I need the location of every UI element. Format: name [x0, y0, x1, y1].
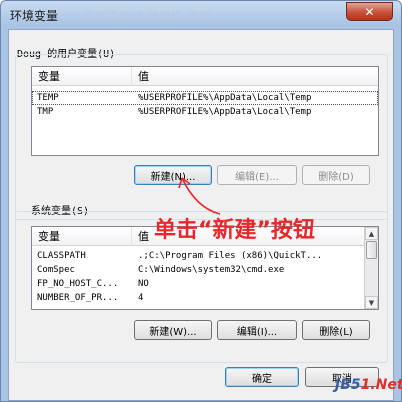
scroll-up-icon[interactable]: ▲ — [365, 227, 378, 240]
variable-value-cell: C:\Windows\system32\cmd.exe — [138, 265, 285, 275]
variable-value-cell: .;C:\Program Files (x86)\QuickT... — [138, 251, 323, 261]
watermark-part-1: JB5 — [335, 377, 361, 393]
variable-name-cell: CLASSPATH — [37, 251, 86, 261]
table-row[interactable]: TMP %USERPROFILE%\AppData\Local\Temp — [32, 105, 378, 119]
table-row[interactable]: CLASSPATH .;C:\Program Files (x86)\Quick… — [32, 249, 378, 263]
table-row[interactable]: ComSpec C:\Windows\system32\cmd.exe — [32, 263, 378, 277]
watermark-part-2: 1.Net — [360, 377, 402, 393]
annotation-arrow-icon — [178, 177, 221, 215]
scroll-thumb[interactable] — [366, 241, 377, 259]
table-row[interactable]: TEMP %USERPROFILE%\AppData\Local\Temp — [32, 91, 378, 105]
variable-value-cell: 4 — [138, 293, 144, 303]
background-window-title: 环境变量 系统属性 高级 — [83, 10, 212, 23]
table-row[interactable]: NUMBER_OF_PR... 4 — [32, 291, 378, 305]
title-bar: 环境变量 环境变量 系统属性 高级 ✕ — [1, 1, 401, 27]
column-header-value[interactable]: 值 — [132, 67, 378, 86]
variable-name-cell: TMP — [37, 107, 54, 117]
watermark: JB51.Net — [335, 377, 402, 393]
variable-value-cell: %USERPROFILE%\AppData\Local\Temp — [138, 93, 312, 103]
variable-name-cell: FP_NO_HOST_C... — [37, 279, 119, 289]
column-header-variable[interactable]: 变量 — [32, 67, 132, 86]
variable-name-cell: ComSpec — [37, 265, 75, 275]
user-edit-button[interactable]: 编辑(E)... — [217, 165, 297, 185]
close-button[interactable]: ✕ — [346, 2, 393, 21]
user-variables-list[interactable]: 变量 值 TEMP %USERPROFILE%\AppData\Local\Te… — [31, 66, 379, 156]
scroll-down-icon[interactable]: ▼ — [365, 296, 378, 309]
column-header-variable[interactable]: 变量 — [32, 227, 132, 246]
variable-name-cell: NUMBER_OF_PR... — [37, 293, 119, 303]
system-delete-button[interactable]: 删除(L) — [302, 320, 370, 340]
ok-button[interactable]: 确定 — [225, 367, 299, 387]
annotation-text: 单击“新建”按钮 — [154, 218, 315, 243]
window-title: 环境变量 — [10, 9, 59, 23]
table-row[interactable]: FP_NO_HOST_C... NO — [32, 277, 378, 291]
close-icon: ✕ — [364, 4, 375, 19]
user-variables-list-header: 变量 值 — [32, 67, 378, 86]
system-variables-scrollbar[interactable]: ▲ ▼ — [364, 227, 378, 309]
system-edit-button[interactable]: 编辑(I)... — [217, 320, 297, 340]
variable-name-cell: TEMP — [37, 93, 59, 103]
system-new-button[interactable]: 新建(W)... — [134, 320, 212, 340]
user-delete-button[interactable]: 删除(D) — [302, 165, 370, 185]
variable-value-cell: %USERPROFILE%\AppData\Local\Temp — [138, 107, 312, 117]
variable-value-cell: NO — [138, 279, 149, 289]
